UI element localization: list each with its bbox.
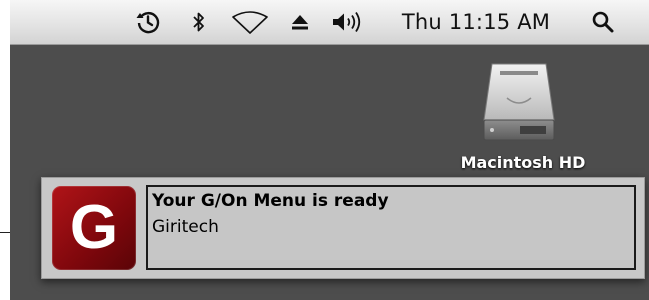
- notification-body: Giritech: [152, 217, 219, 237]
- desktop-item-label: Macintosh HD: [460, 153, 586, 172]
- menubar-clock[interactable]: Thu 11:15 AM: [390, 0, 562, 44]
- giritech-app-icon: G: [52, 186, 136, 270]
- hard-drive-icon[interactable]: [480, 62, 558, 146]
- menu-bar: Thu 11:15 AM: [10, 0, 649, 45]
- growl-notification[interactable]: G Your G/On Menu is ready Giritech: [41, 177, 645, 279]
- wifi-icon[interactable]: [228, 0, 272, 44]
- notification-title: Your G/On Menu is ready: [152, 191, 389, 211]
- spotlight-icon[interactable]: [588, 0, 618, 44]
- volume-icon[interactable]: [328, 0, 368, 44]
- notification-message[interactable]: Your G/On Menu is ready Giritech: [146, 185, 636, 270]
- clock-text: Thu 11:15 AM: [401, 10, 551, 34]
- time-machine-icon[interactable]: [132, 0, 164, 44]
- eject-icon[interactable]: [288, 0, 312, 44]
- app-icon-letter: G: [69, 193, 119, 262]
- bluetooth-icon[interactable]: [188, 0, 210, 44]
